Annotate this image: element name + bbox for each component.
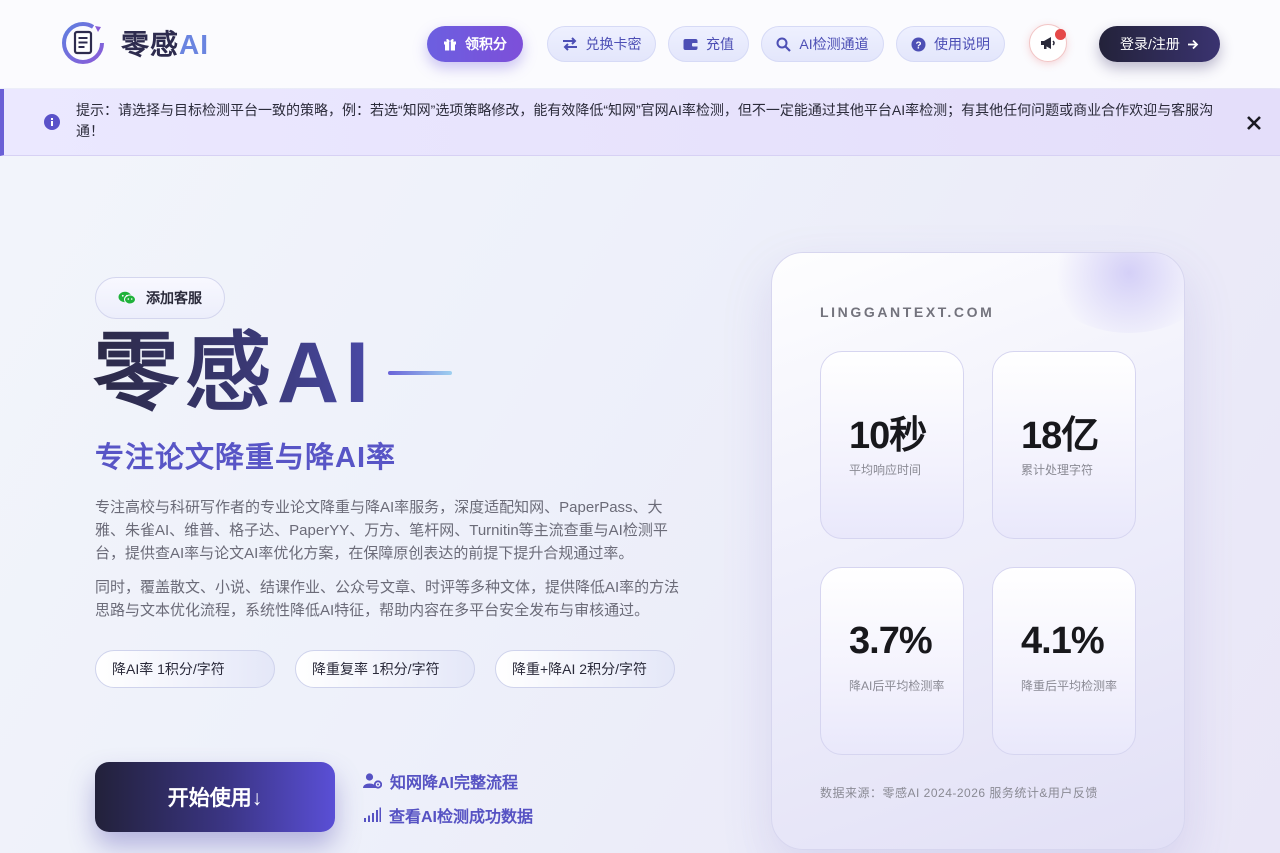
logo-text-ai: AI [179, 29, 210, 60]
recharge-button[interactable]: 充值 [668, 26, 749, 62]
user-gear-icon [363, 773, 382, 789]
add-support-wechat-button[interactable]: 添加客服 [95, 277, 225, 319]
stat-label: 降AI后平均检测率 [849, 679, 945, 693]
claim-points-button[interactable]: 领积分 [427, 26, 523, 62]
hero-description-2: 同时，覆盖散文、小说、结课作业、公众号文章、时评等多种文体，提供降低AI率的方法… [95, 579, 680, 619]
info-icon [44, 114, 60, 130]
detection-data-label: 查看AI检测成功数据 [389, 809, 534, 826]
stat-processed-chars: 18亿 累计处理字符 [992, 351, 1136, 539]
cnki-flow-link[interactable]: 知网降AI完整流程 [363, 769, 518, 793]
title-accent-line [388, 371, 452, 375]
megaphone-icon [1041, 37, 1055, 49]
redeem-card-label: 兑换卡密 [585, 36, 642, 52]
usage-guide-button[interactable]: ? 使用说明 [896, 26, 1005, 62]
hero-description-1: 专注高校与科研写作者的专业论文降重与降AI率服务，深度适配知网、PaperPas… [95, 499, 668, 562]
stat-label: 降重后平均检测率 [1021, 679, 1118, 693]
price-tag-combo: 降重+降AI 2积分/字符 [495, 650, 675, 688]
usage-guide-label: 使用说明 [934, 36, 990, 52]
redeem-card-button[interactable]: 兑换卡密 [547, 26, 656, 62]
stat-value: 10秒 [849, 415, 927, 457]
wallet-icon [683, 38, 698, 50]
price-tag-reduce-ai: 降AI率 1积分/字符 [95, 650, 275, 688]
gift-icon [444, 39, 456, 51]
notice-text: 提示：请选择与目标检测平台一致的策略，例：若选“知网”选项策略修改，能有效降低“… [76, 102, 1214, 139]
svg-text:?: ? [915, 40, 921, 51]
ai-detect-channel-label: AI检测通道 [799, 36, 869, 52]
recharge-label: 充值 [706, 36, 734, 52]
stat-label: 平均响应时间 [849, 463, 922, 477]
wechat-icon [118, 291, 136, 305]
stat-value: 3.7% [849, 620, 933, 662]
logo[interactable]: 零感AI [61, 21, 209, 65]
ai-detect-channel-button[interactable]: AI检测通道 [761, 26, 884, 62]
site-domain: LINGGANTEXT.COM [820, 304, 995, 320]
hero-subtitle: 专注论文降重与降AI率 [95, 442, 397, 474]
hero-title: 零感AI [93, 325, 375, 421]
login-register-label: 登录/注册 [1120, 36, 1180, 52]
search-icon [776, 37, 792, 52]
logo-text-main: 零感 [121, 29, 180, 60]
data-source-note: 数据来源：零感AI 2024-2026 服务统计&用户反馈 [820, 786, 1098, 800]
stat-duplicate-rate: 4.1% 降重后平均检测率 [992, 567, 1136, 755]
stat-value: 4.1% [1021, 620, 1105, 662]
cnki-flow-label: 知网降AI完整流程 [390, 775, 519, 792]
exchange-arrows-icon [562, 37, 577, 51]
logo-document-icon [62, 22, 104, 64]
close-icon[interactable] [1245, 114, 1263, 132]
notice-banner: 提示：请选择与目标检测平台一致的策略，例：若选“知网”选项策略修改，能有效降低“… [0, 89, 1280, 156]
announcement-button[interactable] [1029, 24, 1067, 62]
stat-response-time: 10秒 平均响应时间 [820, 351, 964, 539]
detection-data-link[interactable]: 查看AI检测成功数据 [363, 803, 533, 827]
stat-value: 18亿 [1021, 415, 1099, 457]
start-button[interactable]: 开始使用↓ [95, 762, 335, 832]
notification-badge [1055, 29, 1066, 40]
add-support-label: 添加客服 [146, 290, 202, 306]
signal-bars-icon [364, 807, 381, 822]
stats-card: LINGGANTEXT.COM 10秒 平均响应时间 18亿 累计处理字符 3.… [771, 252, 1185, 850]
question-circle-icon: ? [911, 37, 926, 51]
claim-points-label: 领积分 [465, 36, 507, 52]
stat-ai-rate: 3.7% 降AI后平均检测率 [820, 567, 964, 755]
stat-label: 累计处理字符 [1021, 463, 1094, 477]
top-header: 零感AI 领积分 兑换卡密 充值 AI检测通道 ? 使用说明 登录/注册 [0, 0, 1280, 88]
arrow-right-icon [1187, 39, 1199, 49]
logo-text: 零感AI [121, 23, 209, 63]
price-tag-reduce-duplicate: 降重复率 1积分/字符 [295, 650, 475, 688]
login-register-button[interactable]: 登录/注册 [1099, 26, 1220, 62]
